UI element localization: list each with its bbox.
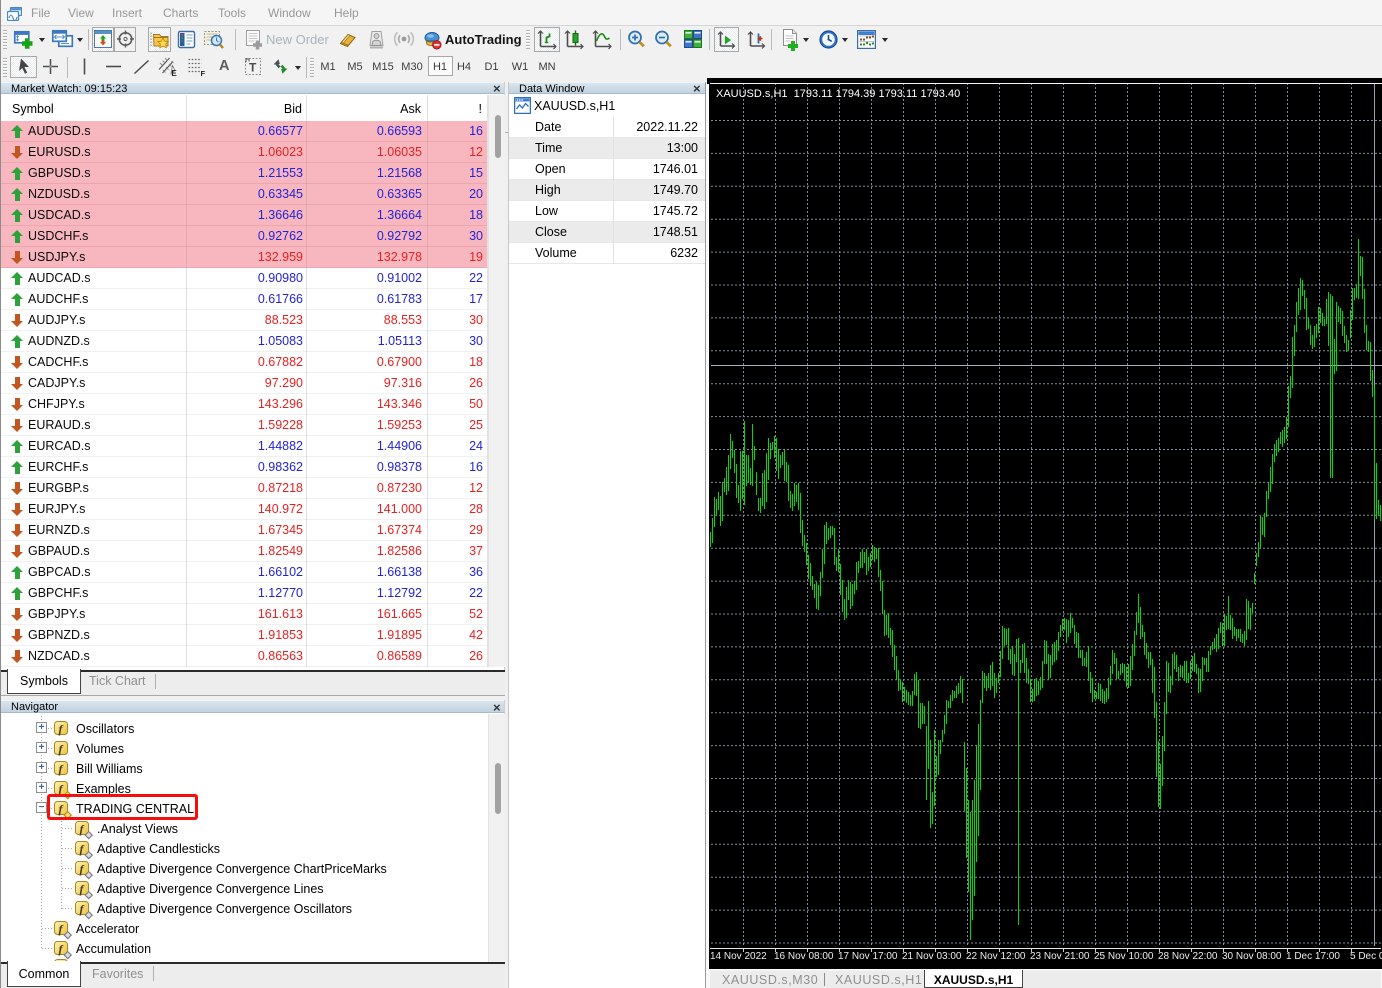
svg-text:F: F [201,69,206,77]
svg-text:T: T [249,61,257,75]
svg-text:E: E [171,69,177,77]
